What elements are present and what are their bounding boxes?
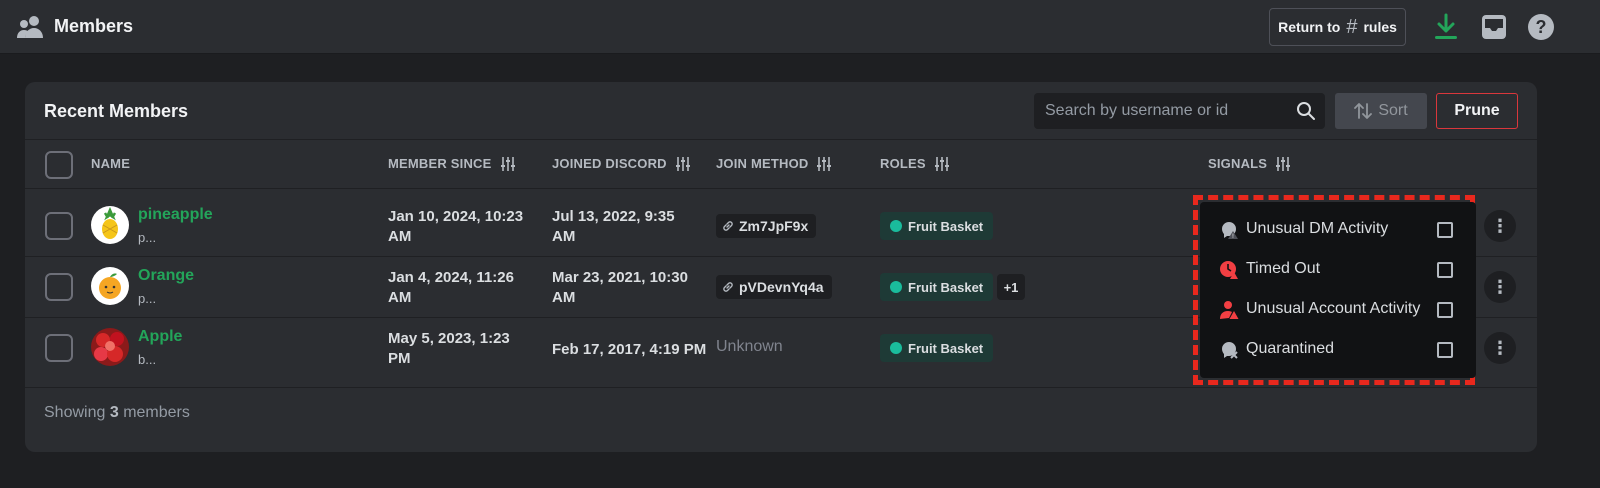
inbox-icon[interactable] <box>1480 13 1508 41</box>
filter-icon[interactable] <box>1275 156 1291 171</box>
prune-button[interactable]: Prune <box>1436 93 1518 129</box>
row-checkbox[interactable] <box>45 334 73 362</box>
row-checkbox[interactable] <box>45 273 73 301</box>
column-name: NAME <box>91 156 131 171</box>
member-since: Jan 4, 2024, 11:26 AM <box>388 269 514 306</box>
member-since: Jan 10, 2024, 10:23 AM <box>388 208 524 245</box>
avatar[interactable] <box>91 328 129 366</box>
column-joined-discord[interactable]: JOINED DISCORD <box>552 156 691 171</box>
username[interactable]: pineapple <box>138 206 213 224</box>
role-pill[interactable]: Fruit Basket <box>880 334 994 362</box>
joined-discord: Mar 23, 2021, 10:30 AM <box>552 269 688 306</box>
search-icon[interactable] <box>1296 101 1316 121</box>
column-roles[interactable]: ROLES <box>880 156 950 171</box>
sort-button[interactable]: Sort <box>1335 93 1427 129</box>
row-checkbox[interactable] <box>45 212 73 240</box>
signal-checkbox[interactable] <box>1437 222 1453 238</box>
member-since: May 5, 2023, 1:23 PM <box>388 330 510 367</box>
user-subtext: b... <box>138 352 157 367</box>
avatar[interactable] <box>91 267 129 305</box>
signal-option-unusual-account-activity[interactable]: Unusual Account Activity <box>1200 289 1476 329</box>
invite-code[interactable]: Zm7JpF9x <box>716 214 817 238</box>
panel-title: Recent Members <box>44 101 189 121</box>
user-subtext: p... <box>138 291 157 306</box>
return-label: Return to <box>1278 19 1341 35</box>
column-signals[interactable]: SIGNALS <box>1208 156 1291 171</box>
signal-option-unusual-dm-activity[interactable]: ! Unusual DM Activity <box>1200 209 1476 249</box>
svg-text:?: ? <box>1536 17 1547 37</box>
signal-label: Timed Out <box>1246 260 1321 277</box>
more-options-button[interactable]: ⋮ <box>1484 210 1516 242</box>
download-icon[interactable] <box>1432 13 1460 41</box>
quarantined-icon <box>1222 342 1238 359</box>
return-channel-name: rules <box>1363 19 1397 35</box>
more-options-button[interactable]: ⋮ <box>1484 271 1516 303</box>
role-color-dot <box>890 342 902 354</box>
signal-label: Unusual DM Activity <box>1246 220 1389 237</box>
signal-checkbox[interactable] <box>1437 302 1453 318</box>
sort-label: Sort <box>1378 102 1408 119</box>
members-icon <box>17 16 43 38</box>
link-icon <box>723 282 733 292</box>
signal-label: Unusual Account Activity <box>1246 300 1421 317</box>
joined-discord: Jul 13, 2022, 9:35 AM <box>552 208 675 245</box>
role-pill[interactable]: Fruit Basket <box>880 212 994 240</box>
avatar[interactable] <box>91 206 129 244</box>
page-title: Members <box>54 16 134 36</box>
username[interactable]: Apple <box>138 328 182 346</box>
search-box[interactable] <box>1034 93 1325 129</box>
member-count-footer: Showing 3 members <box>44 404 190 421</box>
filter-icon[interactable] <box>934 156 950 171</box>
joined-discord: Feb 17, 2017, 4:19 PM <box>552 341 707 358</box>
search-input[interactable] <box>1034 93 1289 129</box>
signal-option-timed-out[interactable]: Timed Out <box>1200 249 1476 289</box>
unusual-account-activity-icon <box>1220 301 1239 319</box>
channel-hash-icon: # <box>1346 15 1358 38</box>
signals-filter-popup: ! Unusual DM Activity Timed Out Unusual … <box>1200 202 1476 378</box>
help-icon[interactable]: ? <box>1527 13 1555 41</box>
username[interactable]: Orange <box>138 267 194 285</box>
role-pill[interactable]: Fruit Basket <box>880 273 994 301</box>
return-to-channel-button[interactable]: Return to # rules <box>1269 8 1406 46</box>
more-roles-badge[interactable]: +1 <box>997 274 1025 300</box>
user-subtext: p... <box>138 230 157 245</box>
role-color-dot <box>890 281 902 293</box>
join-method-unknown: Unknown <box>716 338 783 355</box>
signal-option-quarantined[interactable]: Quarantined <box>1200 329 1476 369</box>
column-join-method[interactable]: JOIN METHOD <box>716 156 832 171</box>
top-bar: Members Return to # rules ? <box>0 0 1600 54</box>
link-icon <box>723 221 733 231</box>
sort-icon <box>1354 103 1373 119</box>
unusual-dm-activity-icon: ! <box>1222 222 1238 240</box>
signal-checkbox[interactable] <box>1437 262 1453 278</box>
more-options-button[interactable]: ⋮ <box>1484 332 1516 364</box>
filter-icon[interactable] <box>500 156 516 171</box>
select-all-checkbox[interactable] <box>45 151 73 179</box>
signal-label: Quarantined <box>1246 340 1335 357</box>
filter-icon[interactable] <box>675 156 691 171</box>
role-color-dot <box>890 220 902 232</box>
table-header: NAME MEMBER SINCE JOINED DISCORD JOIN ME… <box>25 139 1537 189</box>
timed-out-icon <box>1220 261 1238 279</box>
column-member-since[interactable]: MEMBER SINCE <box>388 156 516 171</box>
filter-icon[interactable] <box>816 156 832 171</box>
signal-checkbox[interactable] <box>1437 342 1453 358</box>
invite-code[interactable]: pVDevnYq4a <box>716 275 832 299</box>
